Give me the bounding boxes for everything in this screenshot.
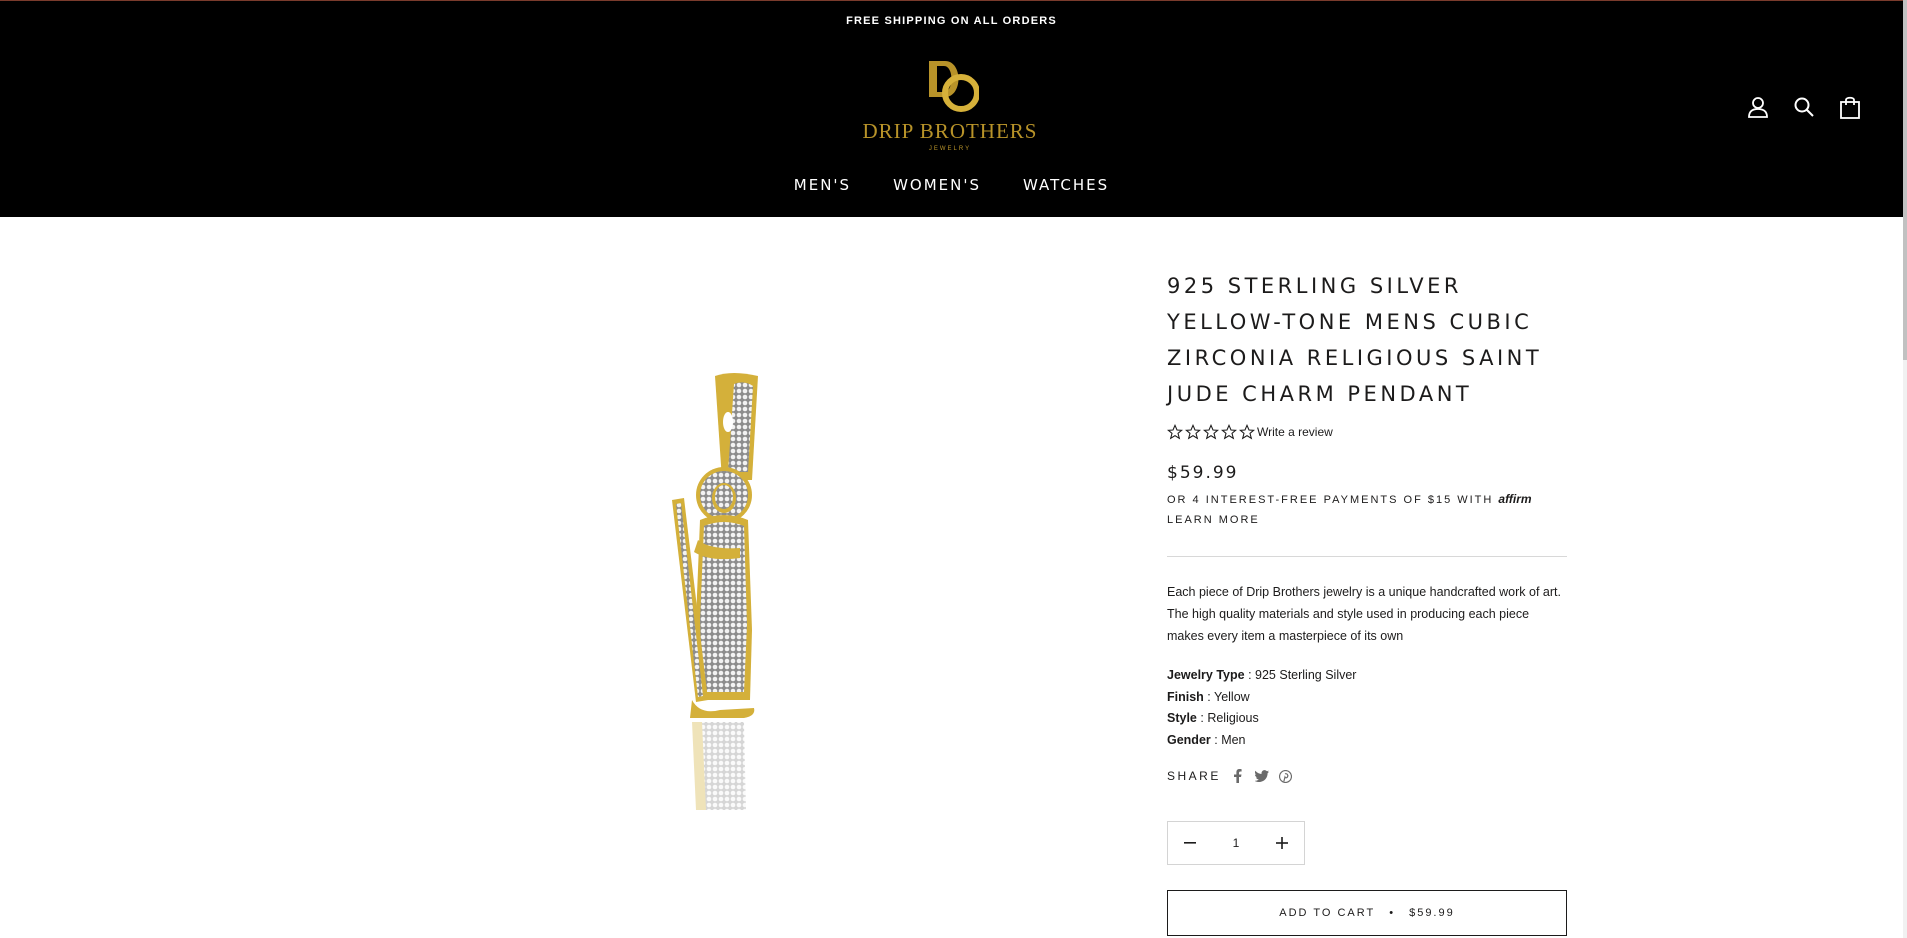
brand-tagline: JEWELRY bbox=[928, 146, 972, 152]
product-image[interactable] bbox=[640, 370, 780, 820]
brand-name: DRIP BROTHERS bbox=[862, 119, 1038, 143]
affirm-text: OR 4 INTEREST-FREE PAYMENTS OF $15 WITH bbox=[1167, 494, 1494, 506]
spec-label: Style bbox=[1167, 711, 1197, 725]
add-to-cart-price: $59.99 bbox=[1409, 907, 1455, 919]
star-empty-icon bbox=[1185, 424, 1201, 440]
share-label: SHARE bbox=[1167, 769, 1221, 783]
star-empty-icon bbox=[1167, 424, 1183, 440]
product-page: FREE SHIPPING ON ALL ORDERS DRIP BROTHER… bbox=[0, 0, 1903, 938]
spec-value: : Men bbox=[1214, 732, 1246, 747]
cart-icon[interactable] bbox=[1837, 94, 1863, 120]
star-empty-icon bbox=[1221, 424, 1237, 440]
announcement-bar: FREE SHIPPING ON ALL ORDERS bbox=[846, 15, 1057, 27]
quantity-selector: 1 bbox=[1167, 821, 1305, 865]
add-to-cart-label: ADD TO CART bbox=[1279, 907, 1376, 919]
nav-item-womens[interactable]: WOMEN'S bbox=[893, 176, 981, 194]
divider bbox=[1167, 556, 1567, 557]
account-icon[interactable] bbox=[1745, 94, 1771, 120]
minus-icon bbox=[1184, 842, 1196, 844]
brand-logo[interactable]: DRIP BROTHERS JEWELRY bbox=[855, 55, 1045, 159]
spec-row-style: Style : Religious bbox=[1167, 708, 1567, 730]
saint-jude-pendant-image bbox=[672, 373, 758, 810]
facebook-icon[interactable] bbox=[1231, 769, 1245, 783]
twitter-icon[interactable] bbox=[1254, 769, 1269, 783]
rating-stars[interactable] bbox=[1167, 424, 1255, 440]
header-actions bbox=[1745, 94, 1863, 120]
spec-row-jewelry-type: Jewelry Type : 925 Sterling Silver bbox=[1167, 665, 1567, 687]
spec-row-finish: Finish : Yellow bbox=[1167, 687, 1567, 709]
page-scrollbar[interactable] bbox=[1903, 0, 1907, 938]
spec-value: : Religious bbox=[1200, 711, 1259, 725]
add-to-cart-separator: • bbox=[1389, 907, 1396, 919]
product-description: Each piece of Drip Brothers jewelry is a… bbox=[1167, 585, 1561, 643]
affirm-logo: affirm bbox=[1498, 492, 1532, 506]
product-title: 925 STERLING SILVER YELLOW-TONE MENS CUB… bbox=[1167, 274, 1543, 406]
site-header: FREE SHIPPING ON ALL ORDERS DRIP BROTHER… bbox=[0, 0, 1903, 217]
product-info: 925 STERLING SILVER YELLOW-TONE MENS CUB… bbox=[1167, 268, 1567, 936]
plus-icon bbox=[1276, 837, 1288, 849]
star-empty-icon bbox=[1203, 424, 1219, 440]
spec-value: : Yellow bbox=[1207, 689, 1250, 704]
main-navigation: MEN'S WOMEN'S WATCHES bbox=[0, 176, 1903, 194]
spec-row-gender: Gender : Men bbox=[1167, 730, 1567, 752]
product-specs: Jewelry Type : 925 Sterling Silver Finis… bbox=[1167, 665, 1567, 751]
product-rating: Write a review bbox=[1167, 423, 1567, 441]
spec-value: : 925 Sterling Silver bbox=[1248, 668, 1357, 682]
search-icon[interactable] bbox=[1791, 94, 1817, 120]
add-to-cart-button[interactable]: ADD TO CART • $59.99 bbox=[1167, 890, 1567, 936]
spec-label: Finish bbox=[1167, 689, 1204, 704]
star-empty-icon bbox=[1239, 424, 1255, 440]
write-review-link[interactable]: Write a review bbox=[1257, 425, 1333, 439]
nav-item-mens[interactable]: MEN'S bbox=[794, 176, 851, 194]
nav-item-watches[interactable]: WATCHES bbox=[1023, 176, 1109, 194]
pinterest-icon[interactable] bbox=[1279, 769, 1293, 783]
quantity-input[interactable]: 1 bbox=[1212, 836, 1260, 850]
quantity-increase-button[interactable] bbox=[1260, 822, 1304, 864]
product-price: $59.99 bbox=[1167, 463, 1239, 483]
spec-label: Jewelry Type bbox=[1167, 668, 1245, 682]
spec-label: Gender bbox=[1167, 732, 1211, 747]
quantity-decrease-button[interactable] bbox=[1168, 822, 1212, 864]
share-section: SHARE bbox=[1167, 769, 1567, 783]
scrollbar-thumb[interactable] bbox=[1903, 0, 1907, 360]
brand-monogram bbox=[929, 61, 979, 112]
affirm-learn-more-link[interactable]: LEARN MORE bbox=[1167, 514, 1260, 526]
affirm-financing: OR 4 INTEREST-FREE PAYMENTS OF $15 WITH … bbox=[1167, 489, 1567, 530]
